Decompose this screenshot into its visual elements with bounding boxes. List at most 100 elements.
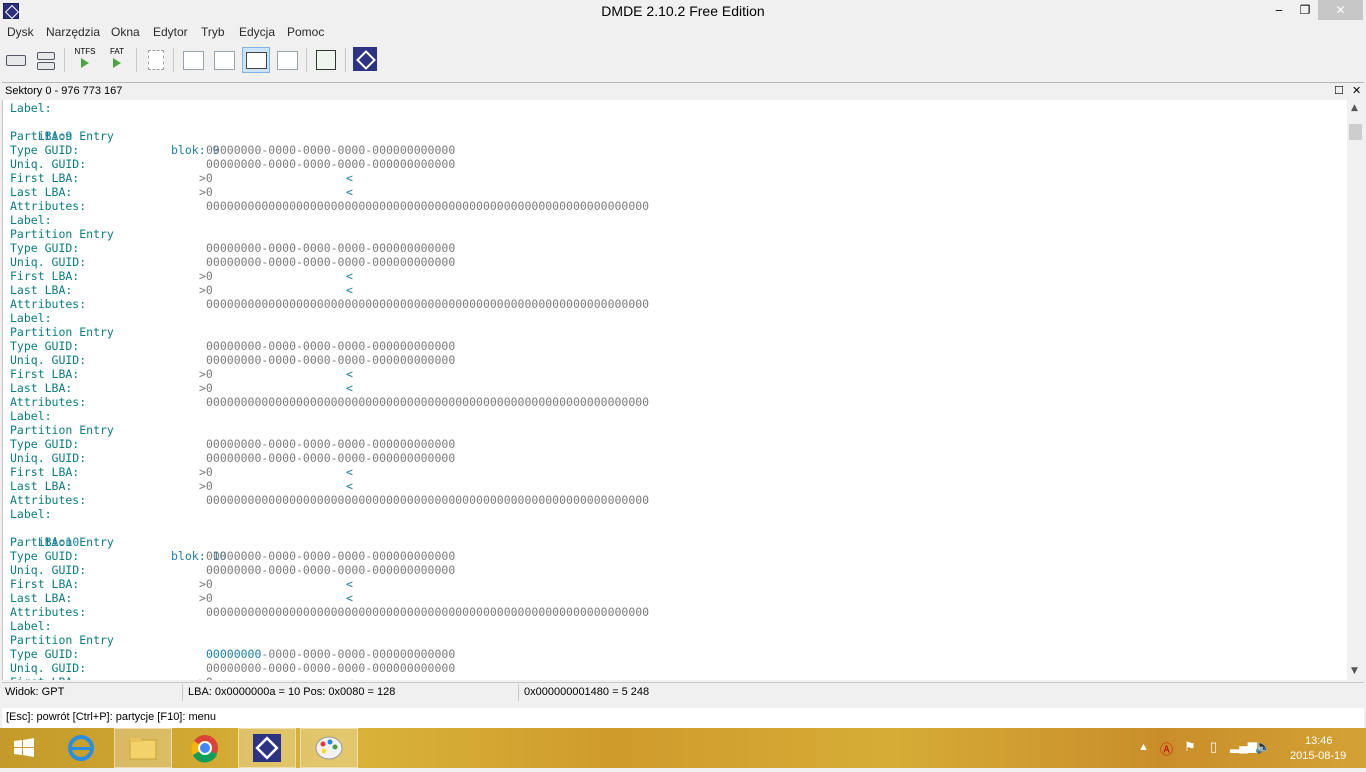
field-label-row: Label: xyxy=(10,311,52,325)
internet-explorer-icon xyxy=(68,735,94,761)
sectors-panel-title: Sektory 0 - 976 773 167 xyxy=(5,85,123,97)
partition-entry-heading: Partition Entry xyxy=(10,423,114,437)
action-center-flag-icon[interactable]: ⚑ xyxy=(1184,739,1196,755)
play-icon xyxy=(81,58,89,68)
minimize-button[interactable]: ‒ xyxy=(1266,0,1292,20)
menu-pomoc[interactable]: Pomoc xyxy=(287,25,324,39)
dmde-taskbar-button[interactable] xyxy=(238,728,296,768)
field-label-row: Label: xyxy=(10,101,52,115)
disk-icon[interactable] xyxy=(4,47,28,73)
vertical-scrollbar[interactable]: ▲ ▼ xyxy=(1347,100,1364,680)
show-hidden-icons-icon[interactable]: ▲ xyxy=(1138,741,1149,753)
menu-okna[interactable]: Okna xyxy=(111,25,140,39)
list-view-icon[interactable] xyxy=(211,47,237,73)
last-lba-row: Last LBA: >0 < xyxy=(10,185,353,199)
menu-bar: Dysk Narzędzia Okna Edytor Tryb Edycja P… xyxy=(0,24,1366,42)
field-label-row: Label: xyxy=(10,507,52,521)
scroll-up-icon[interactable]: ▲ xyxy=(1351,103,1358,113)
partitions-icon[interactable] xyxy=(34,47,58,73)
field-label-row: Label: xyxy=(10,409,52,423)
clock-time[interactable]: 13:46 xyxy=(1305,735,1333,747)
partition-entry-heading: Partition Entry xyxy=(10,325,114,339)
menu-tryb[interactable]: Tryb xyxy=(201,25,225,39)
type-guid-row: Type GUID: 00000000-0000-0000-0000-000000… xyxy=(10,241,456,255)
sector-view[interactable]: Label: LBA:9 blok: 9 Partition Entry Typ… xyxy=(2,100,1349,680)
status-bar: Widok: GPT LBA: 0x0000000a = 10 Pos: 0x0… xyxy=(2,682,1364,703)
chrome-taskbar-button[interactable] xyxy=(176,728,234,768)
clock-date[interactable]: 2015-08-19 xyxy=(1290,750,1346,762)
uniq-guid-row: Uniq. GUID: 00000000-0000-0000-0000-00000… xyxy=(10,661,456,675)
type-guid-row: Type GUID: 00000000-0000-0000-0000-000000… xyxy=(10,437,456,451)
field-label-row: Label: xyxy=(10,619,52,633)
panel-maximize-button[interactable]: ☐ xyxy=(1334,84,1344,97)
first-lba-row: First LBA:>0< xyxy=(10,269,353,283)
copy-sectors-icon[interactable] xyxy=(312,47,340,73)
volume-icon[interactable]: 🔈 xyxy=(1255,739,1271,755)
network-signal-icon[interactable]: ▂▄▆ xyxy=(1230,739,1257,753)
partition-entry-heading: Partition Entry xyxy=(10,227,114,241)
keyboard-hint: [Esc]: powrót [Ctrl+P]: partycje [F10]: … xyxy=(6,711,216,723)
uniq-guid-row: Uniq. GUID: 00000000-0000-0000-0000-00000… xyxy=(10,157,456,171)
menu-edytor[interactable]: Edytor xyxy=(153,25,188,39)
menu-narzedzia[interactable]: Narzędzia xyxy=(46,25,100,39)
fat-button[interactable]: FAT xyxy=(103,47,131,73)
folder-icon xyxy=(129,738,157,760)
attributes-row: Attributes: 00000000000000000000000000000… xyxy=(10,297,650,311)
last-lba-row: Last LBA: >0 < xyxy=(10,381,353,395)
first-lba-row: First LBA:>0< xyxy=(10,367,353,381)
menu-edycja[interactable]: Edycja xyxy=(239,25,275,39)
menu-dysk[interactable]: Dysk xyxy=(7,25,34,39)
maximize-button[interactable]: ❐ xyxy=(1292,0,1318,20)
attributes-row: Attributes: 00000000000000000000000000000… xyxy=(10,199,650,213)
antivirus-icon[interactable]: Ⓐ xyxy=(1160,739,1173,758)
status-view: Widok: GPT xyxy=(5,686,65,698)
file-explorer-taskbar-button[interactable] xyxy=(114,728,172,768)
partition-entry-heading: Partition Entry xyxy=(10,633,114,647)
hint-bar: [Esc]: powrót [Ctrl+P]: partycje [F10]: … xyxy=(2,708,1364,728)
last-lba-row: Last LBA: >0 < xyxy=(10,591,353,605)
uniq-guid-row: Uniq. GUID: 00000000-0000-0000-0000-00000… xyxy=(10,451,456,465)
attributes-row: Attributes: 00000000000000000000000000000… xyxy=(10,493,650,507)
status-offset: 0x000000001480 = 5 248 xyxy=(524,686,650,698)
tree-view-icon[interactable] xyxy=(180,47,206,73)
dmde-logo-icon[interactable] xyxy=(351,47,379,73)
field-label-row: Label: xyxy=(10,213,52,227)
taskbar: ▲ Ⓐ ⚑ ▯ ▂▄▆ 🔈 13:46 2015-08-19 xyxy=(0,728,1366,768)
panel-close-button[interactable]: ✕ xyxy=(1352,84,1361,97)
window-title: DMDE 2.10.2 Free Edition xyxy=(601,3,765,19)
ntfs-label: NTFS xyxy=(74,47,96,56)
type-guid-row: Type GUID: 00000000-0000-0000-0000-000000… xyxy=(10,549,456,563)
play-icon xyxy=(113,58,121,68)
scroll-down-icon[interactable]: ▼ xyxy=(1351,666,1358,676)
type-guid-row-selected: Type GUID: 00000000-0000-0000-0000-000000… xyxy=(10,647,456,661)
search-view-icon[interactable] xyxy=(274,47,300,73)
fat-label: FAT xyxy=(109,47,125,56)
sectors-panel-header: Sektory 0 - 976 773 167 ☐ ✕ xyxy=(2,82,1364,100)
type-guid-row: Type GUID: 00000000-0000-0000-0000-000000… xyxy=(10,143,456,157)
paint-palette-icon xyxy=(315,736,343,760)
first-lba-row: First LBA:>0< xyxy=(10,465,353,479)
ntfs-button[interactable]: NTFS xyxy=(70,47,100,73)
scroll-thumb[interactable] xyxy=(1349,124,1362,140)
battery-icon[interactable]: ▯ xyxy=(1210,739,1217,755)
lba-row: LBA:9 blok: 9 xyxy=(10,115,220,157)
windows-logo-icon xyxy=(14,738,34,757)
start-button[interactable] xyxy=(0,728,48,768)
chrome-icon xyxy=(191,735,218,763)
first-lba-row: First LBA:>0< xyxy=(10,675,353,680)
uniq-guid-row: Uniq. GUID: 00000000-0000-0000-0000-00000… xyxy=(10,255,456,269)
close-button[interactable]: ✕ xyxy=(1318,0,1363,20)
partition-entry-heading: Partition Entry xyxy=(10,535,114,549)
internet-explorer-taskbar-button[interactable] xyxy=(52,728,110,768)
type-guid-row: Type GUID: 00000000-0000-0000-0000-000000… xyxy=(10,339,456,353)
last-lba-row: Last LBA: >0 < xyxy=(10,283,353,297)
sparkle-doc-icon[interactable] xyxy=(143,47,167,73)
hex-view-icon[interactable] xyxy=(242,47,270,73)
first-lba-row: First LBA:>0< xyxy=(10,577,353,591)
dmde-icon xyxy=(253,734,281,762)
cursor-highlight: 00000000 xyxy=(206,647,262,661)
paint-taskbar-button[interactable] xyxy=(300,728,358,768)
first-lba-row: First LBA:>0< xyxy=(10,171,353,185)
uniq-guid-row: Uniq. GUID: 00000000-0000-0000-0000-00000… xyxy=(10,563,456,577)
uniq-guid-row: Uniq. GUID: 00000000-0000-0000-0000-00000… xyxy=(10,353,456,367)
